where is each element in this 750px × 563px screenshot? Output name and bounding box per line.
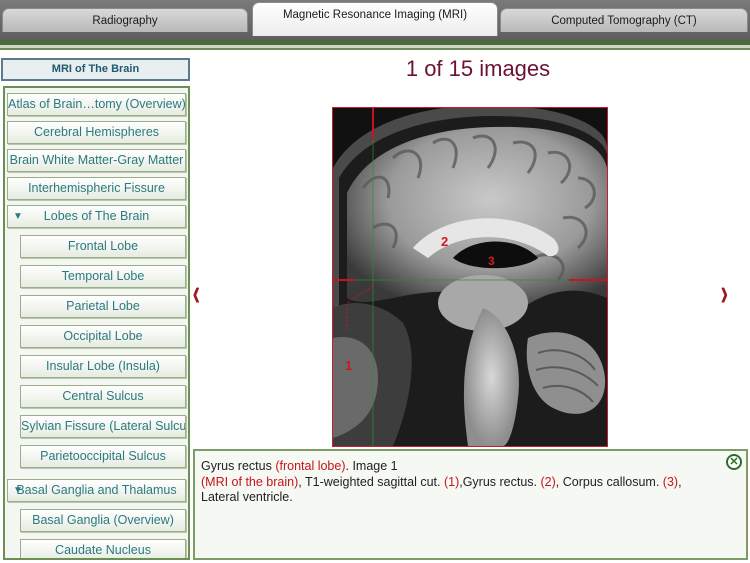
divider-stripe [0,48,750,50]
tab-radiography[interactable]: Radiography [2,8,248,32]
caption-panel: ✕ Gyrus rectus (frontal lobe). Image 1 (… [193,449,748,560]
sidebar-item-insular-lobe[interactable]: Insular Lobe (Insula) [20,355,186,378]
sidebar-list[interactable]: Atlas of Brain…tomy (Overview) Cerebral … [3,86,190,560]
caption-highlight: (2) [540,474,556,489]
next-arrow-icon[interactable]: › [721,272,729,315]
mri-sagittal-brain-image: 1 2 3 [333,108,607,446]
sidebar-header[interactable]: MRI of The Brain [1,58,190,81]
caption-line-3: Lateral ventricle. [201,490,740,506]
sidebar-item-atlas-overview[interactable]: Atlas of Brain…tomy (Overview) [7,93,186,116]
sidebar-item-caudate-nucleus[interactable]: Caudate Nucleus [20,539,186,558]
caption-text: ,Gyrus rectus. [459,474,541,489]
sidebar-item-cerebral-hemispheres[interactable]: Cerebral Hemispheres [7,121,186,144]
caption-line-2: (MRI of the brain), T1-weighted sagittal… [201,475,740,491]
caption-highlight: (3) [662,474,679,489]
tab-bar: Radiography Magnetic Resonance Imaging (… [0,0,750,40]
marker-1-label: 1 [345,358,352,373]
expand-triangle-icon: ▼ [13,211,23,222]
sidebar-item-basal-ganglia-thalamus[interactable]: ▼ Basal Ganglia and Thalamus [7,479,186,502]
caption-text: , [678,474,682,489]
sidebar-item-lobes-of-brain[interactable]: ▼ Lobes of The Brain [7,205,186,228]
sidebar-item-label: Lobes of The Brain [43,209,150,223]
sidebar-item-central-sulcus[interactable]: Central Sulcus [20,385,186,408]
sidebar-item-label: Basal Ganglia and Thalamus [16,483,177,497]
marker-3-label: 3 [488,254,495,268]
previous-arrow-icon[interactable]: ‹ [193,272,201,315]
sidebar-item-basal-ganglia-overview[interactable]: Basal Ganglia (Overview) [20,509,186,532]
sidebar-item-interhemispheric-fissure[interactable]: Interhemispheric Fissure [7,177,186,200]
expand-triangle-icon: ▼ [13,485,23,496]
sidebar-item-occipital-lobe[interactable]: Occipital Lobe [20,325,186,348]
caption-highlight: (frontal lobe) [275,459,346,473]
caption-line-1: Gyrus rectus (frontal lobe). Image 1 [201,459,740,475]
caption-highlight: (MRI of the brain) [201,474,299,489]
caption-highlight: (1) [443,474,460,489]
caption-text: , Corpus callosum. [555,474,663,489]
sidebar-item-frontal-lobe[interactable]: Frontal Lobe [20,235,186,258]
image-counter: 1 of 15 images [405,56,551,81]
marker-2-label: 2 [441,234,448,249]
close-caption-icon[interactable]: ✕ [726,454,742,470]
sidebar-item-parietal-lobe[interactable]: Parietal Lobe [20,295,186,318]
caption-text: , T1-weighted sagittal cut. [298,474,444,489]
sidebar-item-white-gray-matter[interactable]: Brain White Matter-Gray Matter [7,149,186,172]
tab-computed-tomography[interactable]: Computed Tomography (CT) [500,8,748,32]
caption-text: Gyrus rectus [201,459,276,473]
sidebar-item-temporal-lobe[interactable]: Temporal Lobe [20,265,186,288]
tab-mri[interactable]: Magnetic Resonance Imaging (MRI) [252,2,498,36]
sidebar-item-parietooccipital-sulcus[interactable]: Parietooccipital Sulcus [20,445,186,468]
mri-image[interactable]: 1 2 3 [332,107,608,447]
caption-text: Lateral ventricle. [201,490,293,504]
sidebar-item-sylvian-fissure[interactable]: Sylvian Fissure (Lateral Sulcus) [20,415,186,438]
caption-text: . Image 1 [345,459,398,473]
